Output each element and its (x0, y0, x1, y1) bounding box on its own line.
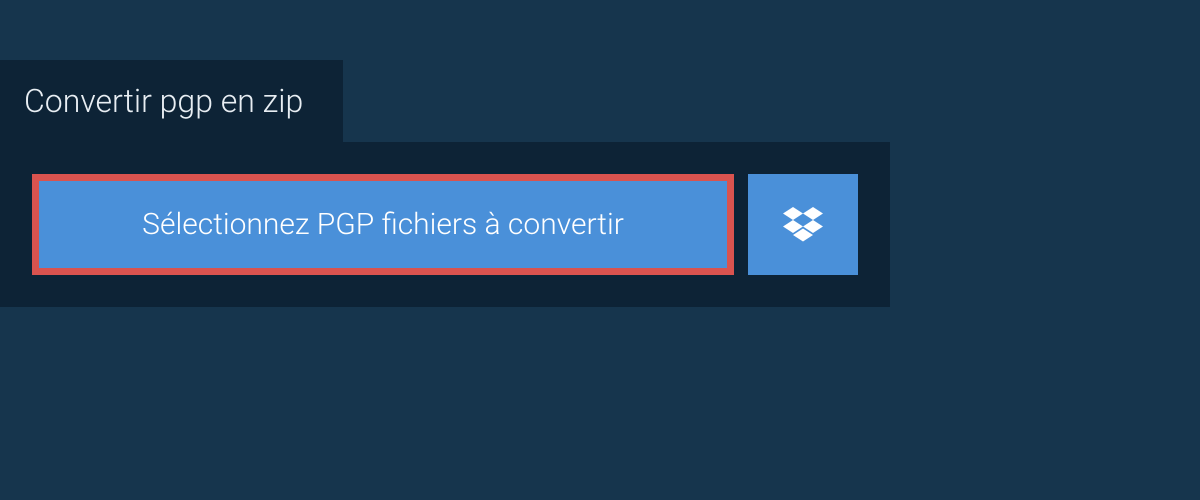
button-row: Sélectionnez PGP fichiers à convertir (32, 174, 858, 275)
tab-convert[interactable]: Convertir pgp en zip (0, 60, 343, 142)
dropbox-icon (783, 207, 823, 243)
select-files-label: Sélectionnez PGP fichiers à convertir (142, 207, 624, 242)
tab-header: Convertir pgp en zip (0, 0, 1200, 142)
select-files-button[interactable]: Sélectionnez PGP fichiers à convertir (32, 174, 734, 275)
dropbox-button[interactable] (748, 174, 858, 275)
convert-panel: Sélectionnez PGP fichiers à convertir (0, 142, 890, 307)
tab-label: Convertir pgp en zip (24, 82, 303, 120)
